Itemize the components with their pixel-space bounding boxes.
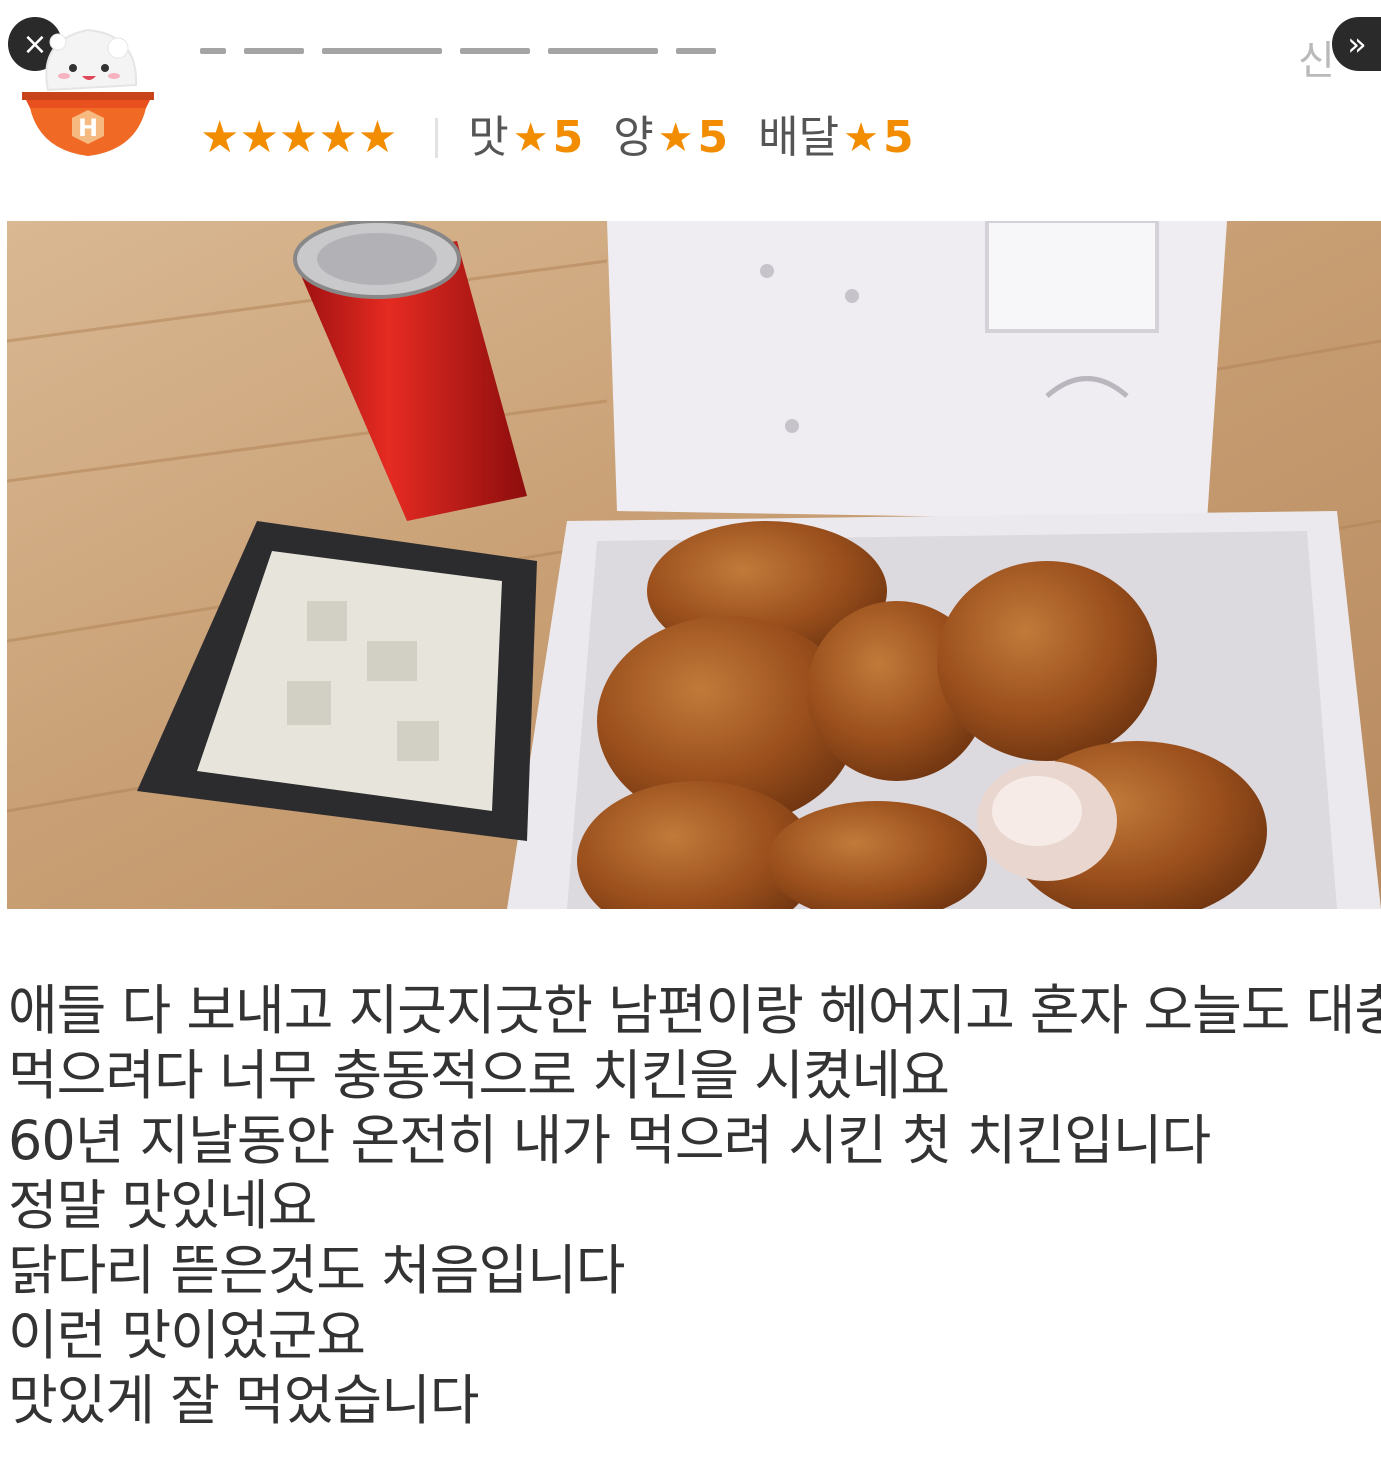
nickname-redacted <box>200 40 740 80</box>
review-line: 정말 맛있네요 <box>8 1174 317 1237</box>
avatar: H <box>18 20 158 160</box>
taste-score: 5 <box>552 112 584 163</box>
rating-divider <box>435 118 439 158</box>
delivery-label: 배달 <box>758 112 840 163</box>
review-line: 맛있게 잘 먹었습니다 <box>8 1369 479 1432</box>
svg-text:H: H <box>78 114 98 142</box>
taste-rating: 맛 ★ 5 <box>468 116 583 160</box>
review-text: 애들 다 보내고 지긋지긋한 남편이랑 헤어지고 혼자 오늘도 대충 먹으려다 … <box>8 978 1381 1433</box>
chicken-photo-image <box>7 221 1381 909</box>
rice-bowl-mascot-icon: H <box>22 28 154 156</box>
star-icon: ★ <box>843 115 879 161</box>
delivery-rating: 배달 ★ 5 <box>758 116 913 160</box>
quantity-label: 양 <box>613 112 654 163</box>
taste-label: 맛 <box>468 112 509 163</box>
quantity-score: 5 <box>697 112 729 163</box>
report-link[interactable]: 신 <box>1298 28 1335 86</box>
quantity-rating: 양 ★ 5 <box>613 116 728 160</box>
rating-row: ★★★★★ 맛 ★ 5 양 ★ 5 배달 ★ 5 <box>200 108 944 168</box>
review-line: 이런 맛이었군요 <box>8 1304 366 1367</box>
star-icon: ★ <box>657 115 694 161</box>
review-line: 애들 다 보내고 지긋지긋한 남편이랑 헤어지고 혼자 오늘도 대충 <box>8 979 1381 1042</box>
star-icon: ★ <box>512 115 549 161</box>
delivery-score: 5 <box>883 112 914 163</box>
review-line: 닭다리 뜯은것도 처음입니다 <box>8 1239 626 1302</box>
overall-star-rating: ★★★★★ <box>200 112 398 163</box>
review-line: 60년 지날동안 온전히 내가 먹으려 시킨 첫 치킨입니다 <box>8 1109 1211 1172</box>
double-chevron-right-icon: » <box>1347 25 1367 63</box>
next-button[interactable]: » <box>1332 17 1381 71</box>
review-photo[interactable] <box>7 221 1381 909</box>
review-header: × H ★★★★★ 맛 ★ 5 양 ★ 5 배달 ★ 5 신 » <box>0 0 1381 200</box>
review-line: 먹으려다 너무 충동적으로 치킨을 시켰네요 <box>8 1044 950 1107</box>
